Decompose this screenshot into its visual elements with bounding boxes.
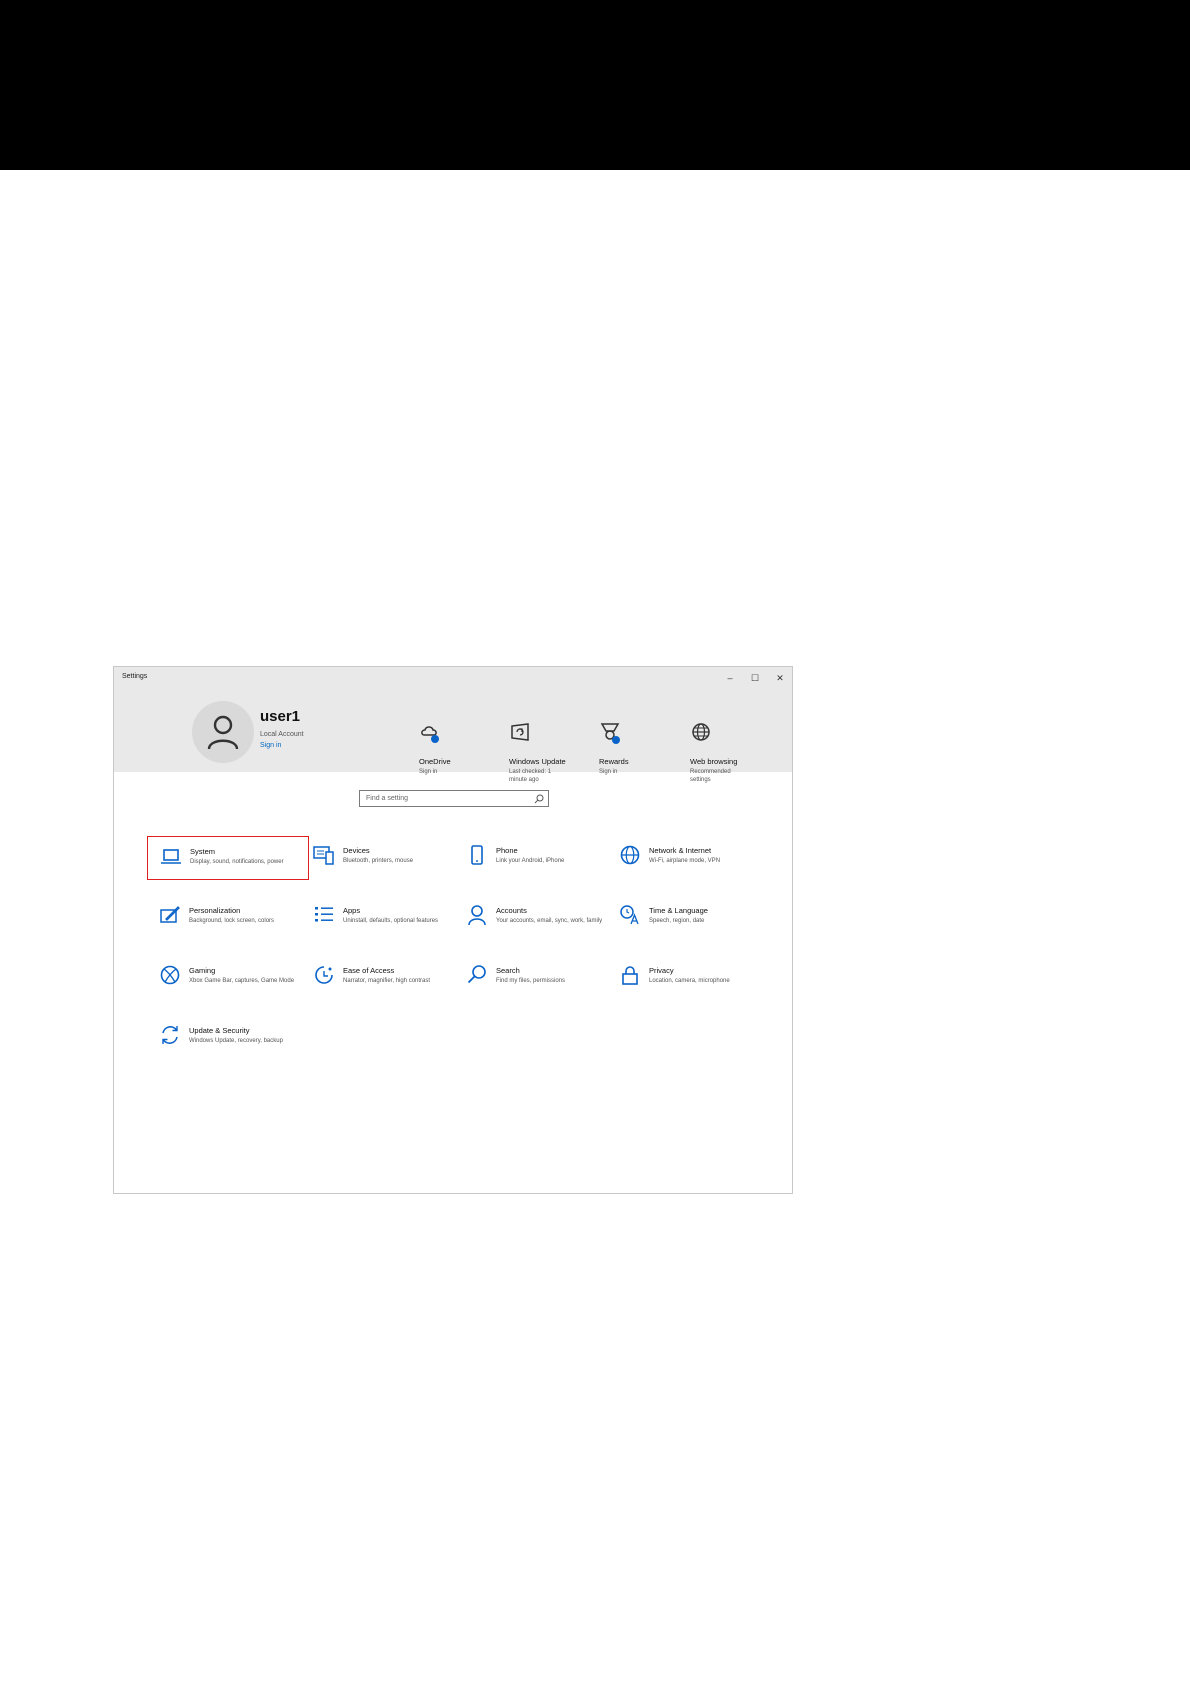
category-description: Your accounts, email, sync, work, family [496, 918, 603, 924]
category-description: Display, sound, notifications, power [190, 859, 284, 865]
category-name: Accounts [496, 906, 527, 915]
category-ease-of-access[interactable]: Ease of Access Narrator, magnifier, high… [301, 956, 463, 1000]
quick-link-subtitle: Recommended settings [690, 769, 731, 783]
category-name: Update & Security [189, 1026, 250, 1035]
quick-link-subtitle: Sign in [599, 769, 618, 775]
quick-link-title: Rewards [599, 757, 629, 766]
keyboard-icon [313, 846, 334, 865]
quick-link-subtitle: Last checked: 1 minute ago [509, 769, 552, 783]
phone-icon [471, 845, 483, 865]
category-name: Personalization [189, 906, 241, 915]
update-icon [511, 723, 529, 741]
category-search[interactable]: Search Find my files, permissions [454, 956, 616, 1000]
category-name: Apps [343, 906, 361, 915]
search-input[interactable]: Find a setting [359, 790, 549, 807]
category-name: Gaming [189, 966, 216, 975]
list-icon [315, 907, 333, 922]
paintbrush-icon [160, 906, 180, 923]
category-description: Bluetooth, printers, mouse [343, 858, 414, 864]
quick-link-subtitle: Sign in [419, 769, 438, 775]
settings-window: Settings – ☐ ✕ user1 Local Account Sign … [113, 666, 793, 1194]
title-bar: Settings – ☐ ✕ [114, 667, 792, 689]
category-description: Find my files, permissions [496, 978, 566, 984]
category-system[interactable]: System Display, sound, notifications, po… [147, 836, 309, 880]
lock-icon [622, 966, 638, 985]
category-name: Network & Internet [649, 846, 712, 855]
black-top-band [0, 0, 1190, 170]
category-name: Search [496, 966, 520, 975]
category-description: Background, lock screen, colors [189, 918, 275, 924]
window-title: Settings [122, 673, 148, 680]
category-time-language[interactable]: Time & Language Speech, region, date [607, 896, 769, 940]
globe-icon [692, 723, 710, 741]
search-icon [534, 794, 544, 804]
category-name: Time & Language [649, 906, 708, 915]
category-description: Windows Update, recovery, backup [189, 1038, 283, 1044]
refresh-icon [162, 1026, 178, 1044]
category-update-security[interactable]: Update & Security Windows Update, recove… [147, 1016, 309, 1060]
account-name: user1 [260, 708, 301, 725]
category-accounts[interactable]: Accounts Your accounts, email, sync, wor… [454, 896, 616, 940]
category-description: Speech, region, date [649, 918, 705, 924]
language-icon [620, 905, 639, 925]
category-devices[interactable]: Devices Bluetooth, printers, mouse [301, 836, 463, 880]
laptop-icon [161, 849, 181, 864]
sign-in-link[interactable]: Sign in [260, 742, 281, 749]
ease-of-access-icon [315, 966, 333, 984]
category-network-internet[interactable]: Network & Internet Wi-Fi, airplane mode,… [607, 836, 769, 880]
quick-link-title: OneDrive [419, 757, 451, 766]
notification-dot [431, 735, 439, 743]
category-privacy[interactable]: Privacy Location, camera, microphone [607, 956, 769, 1000]
xbox-icon [160, 965, 180, 985]
account-header: user1 Local Account Sign in OneDrive Sig… [114, 689, 792, 783]
category-description: Narrator, magnifier, high contrast [343, 978, 431, 984]
category-description: Wi-Fi, airplane mode, VPN [649, 858, 721, 864]
notification-dot [612, 736, 620, 744]
category-description: Xbox Game Bar, captures, Game Mode [189, 978, 295, 984]
category-apps[interactable]: Apps Uninstall, defaults, optional featu… [301, 896, 463, 940]
close-button[interactable]: ✕ [769, 670, 791, 686]
maximize-button[interactable]: ☐ [744, 670, 766, 686]
category-name: Privacy [649, 966, 674, 975]
person-icon [468, 905, 486, 926]
category-description: Location, camera, microphone [649, 978, 730, 984]
category-name: Ease of Access [343, 966, 395, 975]
quick-link-title: Windows Update [509, 757, 566, 766]
person-icon [207, 715, 239, 750]
category-name: Phone [496, 846, 518, 855]
minimize-button[interactable]: – [719, 670, 741, 686]
category-gaming[interactable]: Gaming Xbox Game Bar, captures, Game Mod… [147, 956, 309, 1000]
account-type: Local Account [260, 731, 304, 738]
category-description: Uninstall, defaults, optional features [343, 918, 439, 924]
quick-link-title: Web browsing [690, 757, 738, 766]
avatar[interactable] [192, 701, 254, 763]
search-placeholder: Find a setting [366, 795, 409, 802]
category-name: Devices [343, 846, 370, 855]
category-personalization[interactable]: Personalization Background, lock screen,… [147, 896, 309, 940]
search-icon [467, 965, 486, 984]
category-description: Link your Android, iPhone [496, 858, 565, 864]
category-name: System [190, 847, 216, 856]
category-phone[interactable]: Phone Link your Android, iPhone [454, 836, 616, 880]
globe-icon [620, 845, 640, 865]
